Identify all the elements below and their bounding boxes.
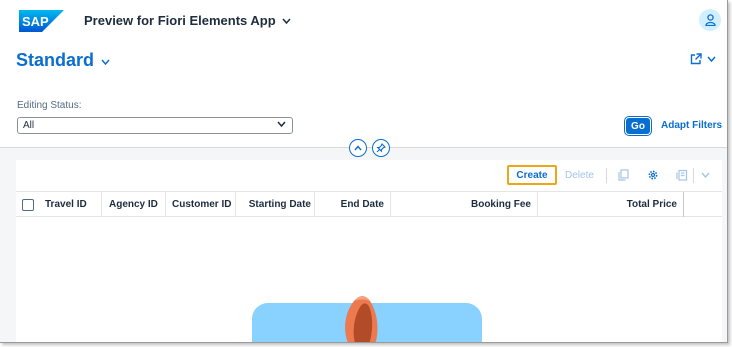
chevron-down-icon [282,18,291,24]
column-separator [165,192,166,217]
shell-bar: SAP Preview for Fiori Elements App [0,0,727,40]
share-menu-button[interactable] [690,53,716,65]
chevron-down-icon [277,121,286,127]
column-separator [235,192,236,217]
column-separator [314,192,315,217]
column-header[interactable]: Customer ID [172,192,231,217]
pin-icon [376,143,386,153]
user-avatar-button[interactable] [699,9,721,31]
variant-management[interactable]: Standard [16,50,110,71]
column-header[interactable]: Agency ID [109,192,158,217]
column-header[interactable]: Starting Date [249,192,311,217]
editing-status-value: All [23,120,35,131]
share-icon [690,53,702,65]
settings-icon[interactable] [647,169,659,181]
toolbar-separator [606,168,607,183]
chevron-down-icon[interactable] [701,172,710,178]
column-separator [101,192,102,217]
select-all-checkbox[interactable] [22,199,34,211]
editing-status-select[interactable]: All [17,117,293,134]
column-header[interactable]: Booking Fee [471,192,531,217]
chevron-down-icon [101,59,110,65]
column-header[interactable]: Total Price [627,192,677,217]
user-icon [704,14,716,26]
table-header-row: Travel ID Agency ID Customer ID Starting… [16,191,722,217]
sap-logo[interactable]: SAP [19,10,64,32]
copy-icon[interactable] [618,169,629,181]
toolbar-separator [693,168,694,183]
go-button[interactable]: Go [624,116,652,136]
collapse-icon [354,145,362,151]
delete-button[interactable]: Delete [565,170,594,181]
app-window: SAP Preview for Fiori Elements App Stand… [0,0,728,343]
export-icon[interactable] [676,169,688,181]
adapt-filters-button[interactable]: Adapt Filters [661,120,722,131]
pin-header-button[interactable] [372,139,390,157]
create-button[interactable]: Create [507,165,557,185]
editing-status-label: Editing Status: [17,100,82,111]
column-separator [537,192,538,217]
column-separator [390,192,391,217]
app-title-menu[interactable]: Preview for Fiori Elements App [84,13,291,28]
column-header[interactable]: End Date [341,192,384,217]
table-toolbar: Create Delete [16,160,722,190]
chevron-down-icon [707,56,716,62]
column-header[interactable]: Travel ID [45,192,87,217]
app-title: Preview for Fiori Elements App [84,13,276,28]
collapse-header-button[interactable] [349,139,367,157]
column-separator [683,192,684,217]
variant-title: Standard [16,50,95,70]
svg-text:SAP: SAP [22,14,49,29]
illustration-figure [345,296,378,342]
